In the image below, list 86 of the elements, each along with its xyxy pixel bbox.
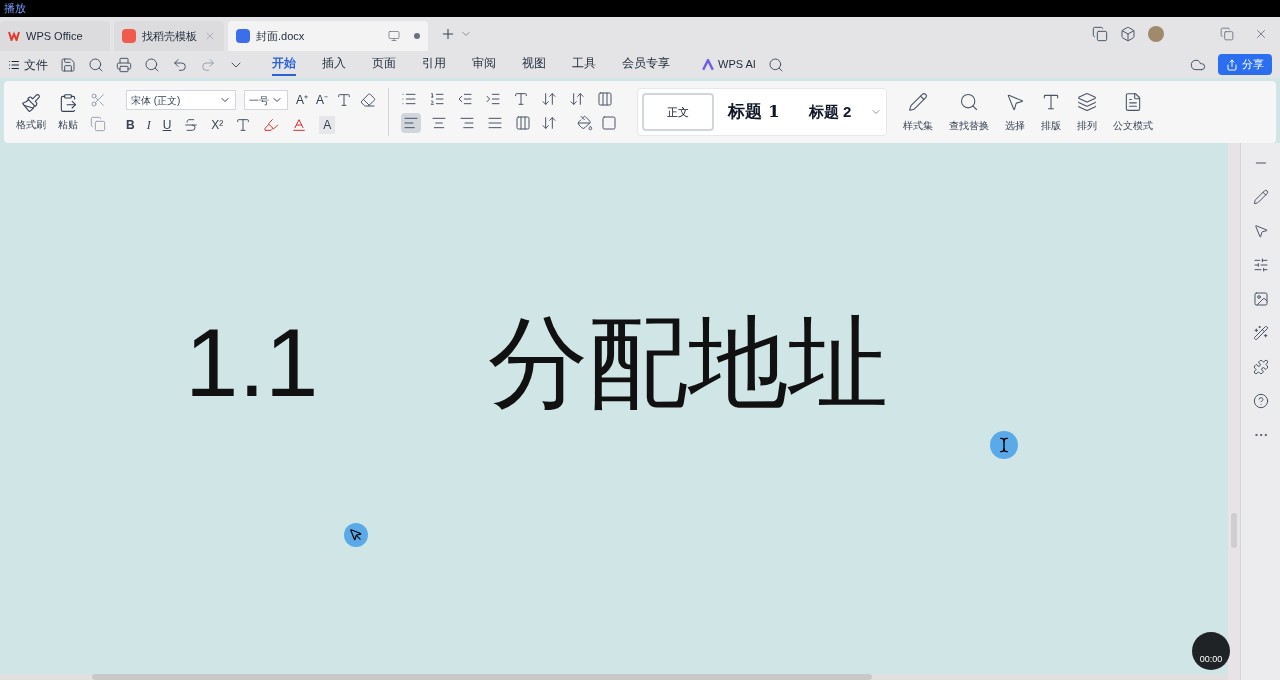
pencil-icon[interactable] [1252, 189, 1269, 205]
size-dropdown[interactable]: 一号 [244, 90, 288, 110]
ribbon-tab[interactable]: 审阅 [472, 53, 496, 76]
document-tab[interactable]: 找稻壳模板 [114, 21, 224, 51]
share-button[interactable]: 分享 [1218, 54, 1272, 75]
ribbon-tab[interactable]: 开始 [272, 53, 296, 76]
ribbon-tab[interactable]: 视图 [522, 53, 546, 76]
puzzle-icon[interactable] [1252, 359, 1269, 375]
outdent-icon[interactable] [457, 91, 474, 107]
play-label[interactable]: 播放 [4, 3, 26, 14]
border-icon[interactable] [601, 115, 618, 131]
eraser-icon[interactable] [360, 92, 377, 108]
magic-wand-icon[interactable] [1252, 325, 1269, 341]
italic-button[interactable]: I [146, 116, 151, 134]
ribbon-tool-button[interactable]: 排列 [1077, 91, 1098, 133]
ribbon-tool-button[interactable]: 排版 [1041, 91, 1062, 133]
document-tab[interactable]: 封面.docx [228, 21, 428, 51]
search-icon[interactable] [767, 56, 784, 73]
ribbon-tab[interactable]: 插入 [322, 53, 346, 76]
find-icon [959, 91, 980, 112]
style-option[interactable]: 标题 2 [794, 93, 867, 131]
monitor-icon[interactable] [388, 30, 400, 42]
restore-icon[interactable] [1220, 27, 1234, 41]
align-center-icon [431, 115, 448, 131]
help-icon[interactable] [1252, 393, 1269, 409]
shrink-font-button[interactable]: A⁻ [316, 91, 329, 109]
recording-timer: 00:00 [1192, 632, 1230, 670]
wps-ai-button[interactable]: WPS AI [702, 56, 756, 73]
template-logo-icon [122, 29, 136, 43]
highlighter-icon[interactable] [263, 117, 280, 133]
sliders-icon[interactable] [1252, 257, 1269, 273]
sort-desc-icon[interactable] [569, 91, 586, 107]
wps-logo-icon [8, 31, 20, 41]
ribbon-tab[interactable]: 页面 [372, 53, 396, 76]
file-menu[interactable]: 文件 [8, 55, 48, 74]
horizontal-scrollbar[interactable] [0, 674, 1228, 680]
char-shading-button[interactable]: A [319, 116, 336, 134]
ribbon-tab[interactable]: 引用 [422, 53, 446, 76]
close-icon[interactable] [1254, 27, 1268, 41]
superscript-button[interactable]: X² [211, 116, 224, 134]
save-icon[interactable] [60, 56, 76, 73]
numbered-list-icon[interactable] [429, 91, 446, 107]
vertical-scrollbar[interactable] [1228, 143, 1240, 680]
font-color-icon[interactable] [291, 117, 308, 133]
cut-icon[interactable] [90, 92, 106, 108]
fill-icon[interactable] [577, 115, 594, 131]
clipboard-icon [58, 92, 78, 113]
ai-logo-icon [702, 58, 714, 71]
ribbon-tool-button[interactable]: 样式集 [903, 91, 934, 133]
ribbon-tool-button[interactable]: 公文模式 [1113, 91, 1154, 133]
print-icon[interactable] [116, 56, 132, 73]
heading-title: 分配地址 [488, 313, 889, 413]
align-right-icon [459, 115, 476, 131]
ribbon-tab[interactable]: 工具 [572, 53, 596, 76]
ribbon-tool-button[interactable]: 查找替换 [949, 91, 990, 133]
style-option[interactable]: 标题 1 [718, 93, 791, 131]
bullet-list-icon[interactable] [401, 91, 418, 107]
share-icon [1226, 58, 1238, 71]
window-icon[interactable] [1092, 26, 1108, 42]
arrow-pointer-icon [349, 528, 363, 542]
image-icon[interactable] [1252, 291, 1269, 307]
new-tab-icon[interactable] [440, 26, 456, 42]
document-tab[interactable]: WPS Office [0, 21, 110, 51]
avatar[interactable] [1148, 26, 1164, 42]
style-option[interactable]: 正文 [642, 93, 715, 131]
undo-icon[interactable] [172, 56, 188, 73]
paintbrush-icon [21, 92, 41, 113]
align-justify-icon [487, 115, 504, 131]
heading-number: 1.1 [185, 315, 319, 411]
pointer-icon[interactable] [1252, 223, 1269, 239]
ribbon-tool-button[interactable]: 选择 [1005, 91, 1026, 133]
align-left-icon [403, 115, 420, 131]
ribbon-tab[interactable]: 会员专享 [622, 53, 670, 76]
strikethrough-icon[interactable] [183, 117, 200, 133]
font-dropdown[interactable]: 宋体 (正文) [126, 90, 236, 110]
word-doc-icon [236, 29, 250, 43]
format-painter-button[interactable]: 格式刷 [16, 92, 46, 132]
sort-icon[interactable] [541, 91, 558, 107]
bold-button[interactable]: B [126, 116, 135, 134]
grow-font-button[interactable]: A⁺ [296, 91, 308, 109]
menu-icon [8, 58, 20, 71]
paste-button[interactable]: 粘贴 [58, 92, 78, 132]
indent-icon[interactable] [485, 91, 502, 107]
align-button[interactable] [401, 113, 422, 133]
cube-icon[interactable] [1120, 26, 1136, 42]
underline-button[interactable]: U [162, 116, 172, 134]
